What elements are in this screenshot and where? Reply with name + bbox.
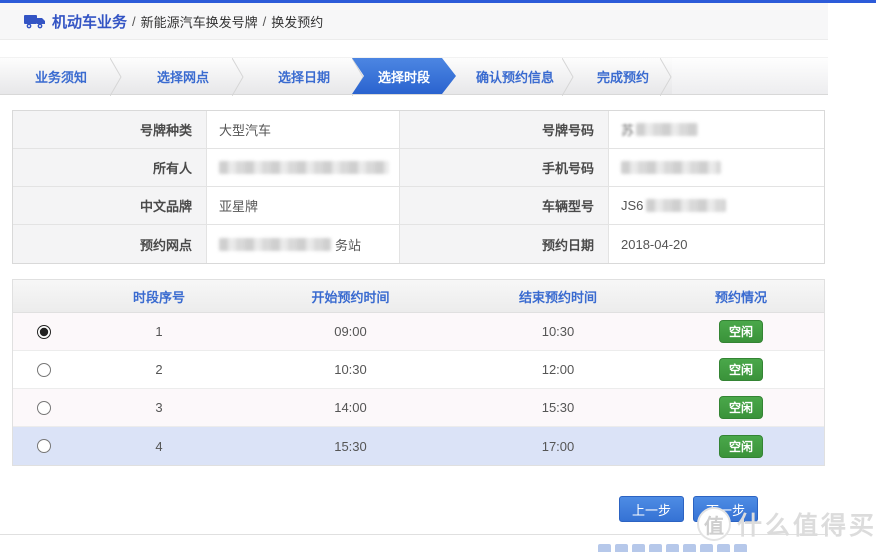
- tab-separator-icon: [562, 58, 574, 96]
- timeslot-table: 时段序号 开始预约时间 结束预约时间 预约情况 1 09:00 10:30 空闲…: [12, 279, 825, 466]
- status-badge: 空闲: [719, 435, 763, 458]
- field-value-plate-type: 大型汽车: [207, 111, 400, 149]
- tab-label: 选择时段: [378, 67, 430, 86]
- slot-end-time: 12:00: [458, 362, 658, 377]
- slot-start-time: 14:00: [243, 400, 458, 415]
- tab-label: 完成预约: [597, 67, 649, 86]
- field-value-phone: [609, 149, 824, 187]
- next-step-button[interactable]: 下一步: [693, 496, 758, 522]
- tab-label: 业务须知: [35, 67, 87, 86]
- slot-end-time: 10:30: [458, 324, 658, 339]
- field-value-date: 2018-04-20: [609, 225, 824, 263]
- tab-select-branch[interactable]: 选择网点: [122, 58, 244, 94]
- breadcrumb-item-current: 换发预约: [271, 12, 323, 31]
- breadcrumb: 机动车业务 / 新能源汽车换发号牌 / 换发预约: [0, 3, 828, 40]
- redacted-partial-text: 苏: [621, 120, 634, 139]
- slot-end-time: 15:30: [458, 400, 658, 415]
- field-label-date: 预约日期: [400, 225, 609, 263]
- slot-seq: 2: [75, 362, 243, 377]
- breadcrumb-separator: /: [263, 14, 267, 29]
- action-bar: 上一步 下一步: [0, 496, 828, 522]
- breadcrumb-separator: /: [132, 14, 136, 29]
- status-badge: 空闲: [719, 358, 763, 381]
- breadcrumb-section[interactable]: 机动车业务: [52, 11, 127, 32]
- slot-start-time: 09:00: [243, 324, 458, 339]
- tab-filler: [672, 58, 828, 94]
- tab-select-date[interactable]: 选择日期: [244, 58, 364, 94]
- tab-confirm-info[interactable]: 确认预约信息: [456, 58, 574, 94]
- model-prefix-text: JS6: [621, 198, 643, 213]
- slot-seq: 1: [75, 324, 243, 339]
- breadcrumb-item-service: 新能源汽车换发号牌: [141, 12, 258, 31]
- slot-radio-3[interactable]: [37, 401, 51, 415]
- field-label-brand: 中文品牌: [13, 187, 207, 225]
- tab-label: 确认预约信息: [476, 67, 554, 86]
- field-value-branch: 务站: [207, 225, 400, 263]
- redacted-block: [219, 238, 331, 251]
- col-header-end: 结束预约时间: [458, 287, 658, 306]
- clipped-text-fragment: [598, 544, 747, 552]
- timeslot-row-3[interactable]: 3 14:00 15:30 空闲: [13, 389, 824, 427]
- field-label-phone: 手机号码: [400, 149, 609, 187]
- field-value-model: JS6: [609, 187, 824, 225]
- tab-label: 选择网点: [157, 67, 209, 86]
- tab-separator-icon: [110, 58, 122, 96]
- tab-select-timeslot-active[interactable]: 选择时段: [352, 58, 456, 94]
- field-label-branch: 预约网点: [13, 225, 207, 263]
- slot-start-time: 10:30: [243, 362, 458, 377]
- tab-label: 选择日期: [278, 67, 330, 86]
- tab-business-notice[interactable]: 业务须知: [0, 58, 122, 94]
- slot-radio-1[interactable]: [37, 325, 51, 339]
- tab-finish[interactable]: 完成预约: [574, 58, 672, 94]
- slot-seq: 3: [75, 400, 243, 415]
- previous-step-button[interactable]: 上一步: [619, 496, 684, 522]
- booking-info-table: 号牌种类 大型汽车 号牌号码 苏 所有人 手机号码 中文品牌 亚星牌 车辆型号 …: [12, 110, 825, 264]
- status-badge: 空闲: [719, 396, 763, 419]
- field-label-plate-number: 号牌号码: [400, 111, 609, 149]
- field-value-brand: 亚星牌: [207, 187, 400, 225]
- branch-suffix-text: 务站: [335, 235, 361, 254]
- status-badge: 空闲: [719, 320, 763, 343]
- timeslot-row-4[interactable]: 4 15:30 17:00 空闲: [13, 427, 824, 465]
- content-bottom-border: [0, 534, 828, 535]
- field-value-owner: [207, 149, 400, 187]
- slot-radio-4[interactable]: [37, 439, 51, 453]
- slot-seq: 4: [75, 439, 243, 454]
- redacted-block: [646, 199, 726, 212]
- redacted-block: [636, 123, 698, 136]
- tab-separator-icon: [232, 58, 244, 96]
- field-label-plate-type: 号牌种类: [13, 111, 207, 149]
- slot-end-time: 17:00: [458, 439, 658, 454]
- redacted-block: [621, 161, 721, 174]
- col-header-start: 开始预约时间: [243, 287, 458, 306]
- timeslot-row-1[interactable]: 1 09:00 10:30 空闲: [13, 313, 824, 351]
- page-content: 机动车业务 / 新能源汽车换发号牌 / 换发预约 业务须知 选择网点 选择日期 …: [0, 3, 828, 535]
- col-header-status: 预约情况: [658, 287, 824, 306]
- truck-icon: [24, 13, 46, 29]
- slot-start-time: 15:30: [243, 439, 458, 454]
- field-value-plate-number: 苏: [609, 111, 824, 149]
- step-tabs: 业务须知 选择网点 选择日期 选择时段 确认预约信息 完成预约: [0, 57, 828, 95]
- tab-separator-icon: [660, 58, 672, 96]
- slot-radio-2[interactable]: [37, 363, 51, 377]
- col-header-seq: 时段序号: [75, 287, 243, 306]
- timeslot-row-2[interactable]: 2 10:30 12:00 空闲: [13, 351, 824, 389]
- field-label-owner: 所有人: [13, 149, 207, 187]
- field-label-model: 车辆型号: [400, 187, 609, 225]
- redacted-block: [219, 161, 389, 174]
- timeslot-table-header: 时段序号 开始预约时间 结束预约时间 预约情况: [13, 280, 824, 313]
